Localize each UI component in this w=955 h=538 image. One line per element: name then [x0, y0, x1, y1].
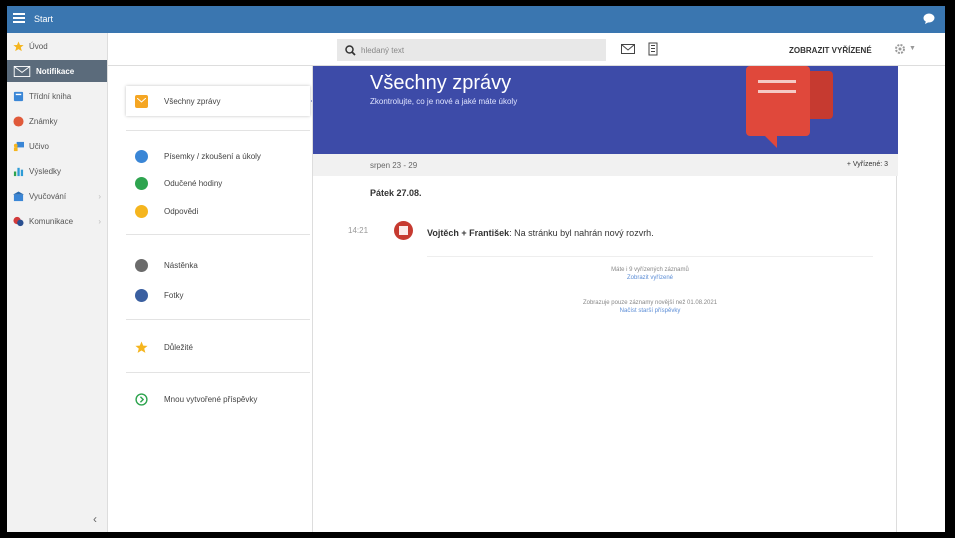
filter-replies[interactable]: Odpovědi [108, 196, 312, 226]
book-icon [13, 91, 24, 101]
divider [126, 130, 310, 131]
search-input[interactable]: hledaný text [337, 39, 606, 61]
chevron-right-icon: › [98, 191, 101, 201]
page-title: Všechny zprávy [370, 72, 512, 94]
filter-lessons[interactable]: Odučené hodiny [108, 168, 312, 198]
filter-photos[interactable]: Fotky [108, 280, 312, 310]
sidebar-item-label: Notifikace [36, 66, 75, 76]
message-filter-list: Všechny zprávy Písemky / zkoušení a úkol… [108, 66, 312, 532]
sidebar-item-label: Známky [29, 116, 58, 126]
chevron-right-icon: › [98, 216, 101, 226]
sidebar-item-znamky[interactable]: Známky [7, 110, 107, 132]
filter-tests[interactable]: Písemky / zkoušení a úkoly [108, 141, 312, 171]
school-icon [13, 190, 24, 201]
left-sidebar: Úvod Notifikace Třídní kniha Známky Učiv… [7, 33, 108, 532]
sidebar-item-label: Komunikace [29, 216, 74, 226]
filter-all-messages[interactable]: Všechny zprávy [126, 86, 310, 116]
clipboard-icon[interactable] [646, 42, 660, 56]
main-content: Všechny zprávy Zkontrolujte, co je nové … [312, 66, 898, 532]
gear-icon[interactable] [894, 43, 906, 55]
chevron-down-icon[interactable]: ▼ [909, 45, 916, 52]
divider [126, 319, 310, 320]
message-author: Vojtěch + František [427, 228, 510, 238]
star-icon [13, 40, 24, 51]
search-icon [345, 44, 356, 56]
week-range: srpen 23 - 29 [370, 161, 418, 170]
older-info: Zobrazuje pouze záznamy novější než 01.0… [582, 300, 718, 306]
envelope-icon [13, 65, 31, 77]
divider [126, 234, 310, 235]
divider [427, 256, 873, 257]
sidebar-item-uvod[interactable]: Úvod [7, 35, 107, 57]
speech-bubble-tail [765, 136, 777, 148]
show-done-link[interactable]: Zobrazit vyřízené [427, 275, 873, 281]
filter-label: Fotky [164, 290, 184, 300]
forward-icon [135, 392, 148, 406]
show-done-button[interactable]: ZOBRAZIT VYŘÍZENÉ [789, 46, 872, 55]
filter-label: Nástěnka [164, 260, 198, 270]
filter-label: Odpovědi [164, 206, 199, 216]
done-info: Máte i 9 vyřízených záznamů [611, 267, 689, 273]
collapse-sidebar-icon[interactable]: ‹ [93, 512, 97, 526]
message-item[interactable]: Vojtěch + František: Na stránku byl nahr… [427, 228, 654, 238]
filter-noticeboard[interactable]: Nástěnka [108, 250, 312, 280]
top-bar: Start [7, 6, 945, 33]
sidebar-item-vyucovani[interactable]: Vyučování › [7, 185, 107, 207]
week-bar: srpen 23 - 29 + Vyřízené: 3 [313, 154, 898, 176]
reply-icon [135, 204, 148, 218]
filter-label: Důležité [164, 342, 193, 352]
teacher-icon [13, 141, 24, 151]
envelope-icon [135, 94, 148, 108]
app-window: Start Úvod Notifikace Třídní kniha Známk… [7, 6, 945, 532]
speech-bubble-icon [746, 66, 810, 136]
header-bar: hledaný text ZOBRAZIT VYŘÍZENÉ ▼ [108, 33, 945, 66]
filter-important[interactable]: Důležité [108, 332, 312, 362]
sidebar-item-label: Výsledky [29, 166, 62, 176]
filter-label: Všechny zprávy [164, 96, 221, 106]
sidebar-item-label: Třídní kniha [29, 91, 72, 101]
sidebar-item-vysledky[interactable]: Výsledky [7, 160, 107, 182]
message-time: 14:21 [348, 226, 369, 235]
filter-label: Písemky / zkoušení a úkoly [164, 151, 261, 161]
noticeboard-icon [135, 258, 148, 272]
photo-icon [135, 288, 148, 302]
search-placeholder: hledaný text [361, 45, 405, 55]
filter-label: Odučené hodiny [164, 178, 223, 188]
sidebar-item-komunikace[interactable]: Komunikace › [7, 210, 107, 232]
chat-bubbles-icon [13, 216, 24, 226]
day-heading: Pátek 27.08. [370, 188, 422, 198]
sidebar-item-label: Vyučování [29, 191, 67, 201]
bar-chart-icon [13, 167, 24, 176]
sidebar-item-tridni-kniha[interactable]: Třídní kniha [7, 85, 107, 107]
load-older-link[interactable]: Načíst starší příspěvky [427, 308, 873, 314]
chat-icon[interactable] [923, 13, 935, 24]
sidebar-item-ucivo[interactable]: Učivo [7, 135, 107, 157]
filter-my-posts[interactable]: Mnou vytvořené příspěvky [108, 384, 312, 414]
sidebar-item-label: Učivo [29, 141, 50, 151]
star-icon [135, 341, 148, 353]
divider [126, 372, 310, 373]
schedule-icon [394, 221, 413, 240]
hero-banner: Všechny zprávy Zkontrolujte, co je nové … [313, 66, 898, 154]
hamburger-menu-icon[interactable] [13, 13, 25, 23]
person-icon [135, 176, 148, 190]
done-count-link[interactable]: + Vyřízené: 3 [847, 161, 888, 168]
filter-label: Mnou vytvořené příspěvky [164, 394, 258, 404]
app-title: Start [34, 14, 54, 24]
mail-icon[interactable] [621, 42, 635, 56]
sidebar-item-notifikace[interactable]: Notifikace [7, 60, 107, 82]
document-icon [135, 149, 148, 163]
message-text: : Na stránku byl nahrán nový rozvrh. [509, 228, 654, 238]
grade-icon [13, 115, 24, 127]
sidebar-item-label: Úvod [29, 41, 48, 51]
page-subtitle: Zkontrolujte, co je nové a jaké máte úko… [370, 97, 518, 106]
